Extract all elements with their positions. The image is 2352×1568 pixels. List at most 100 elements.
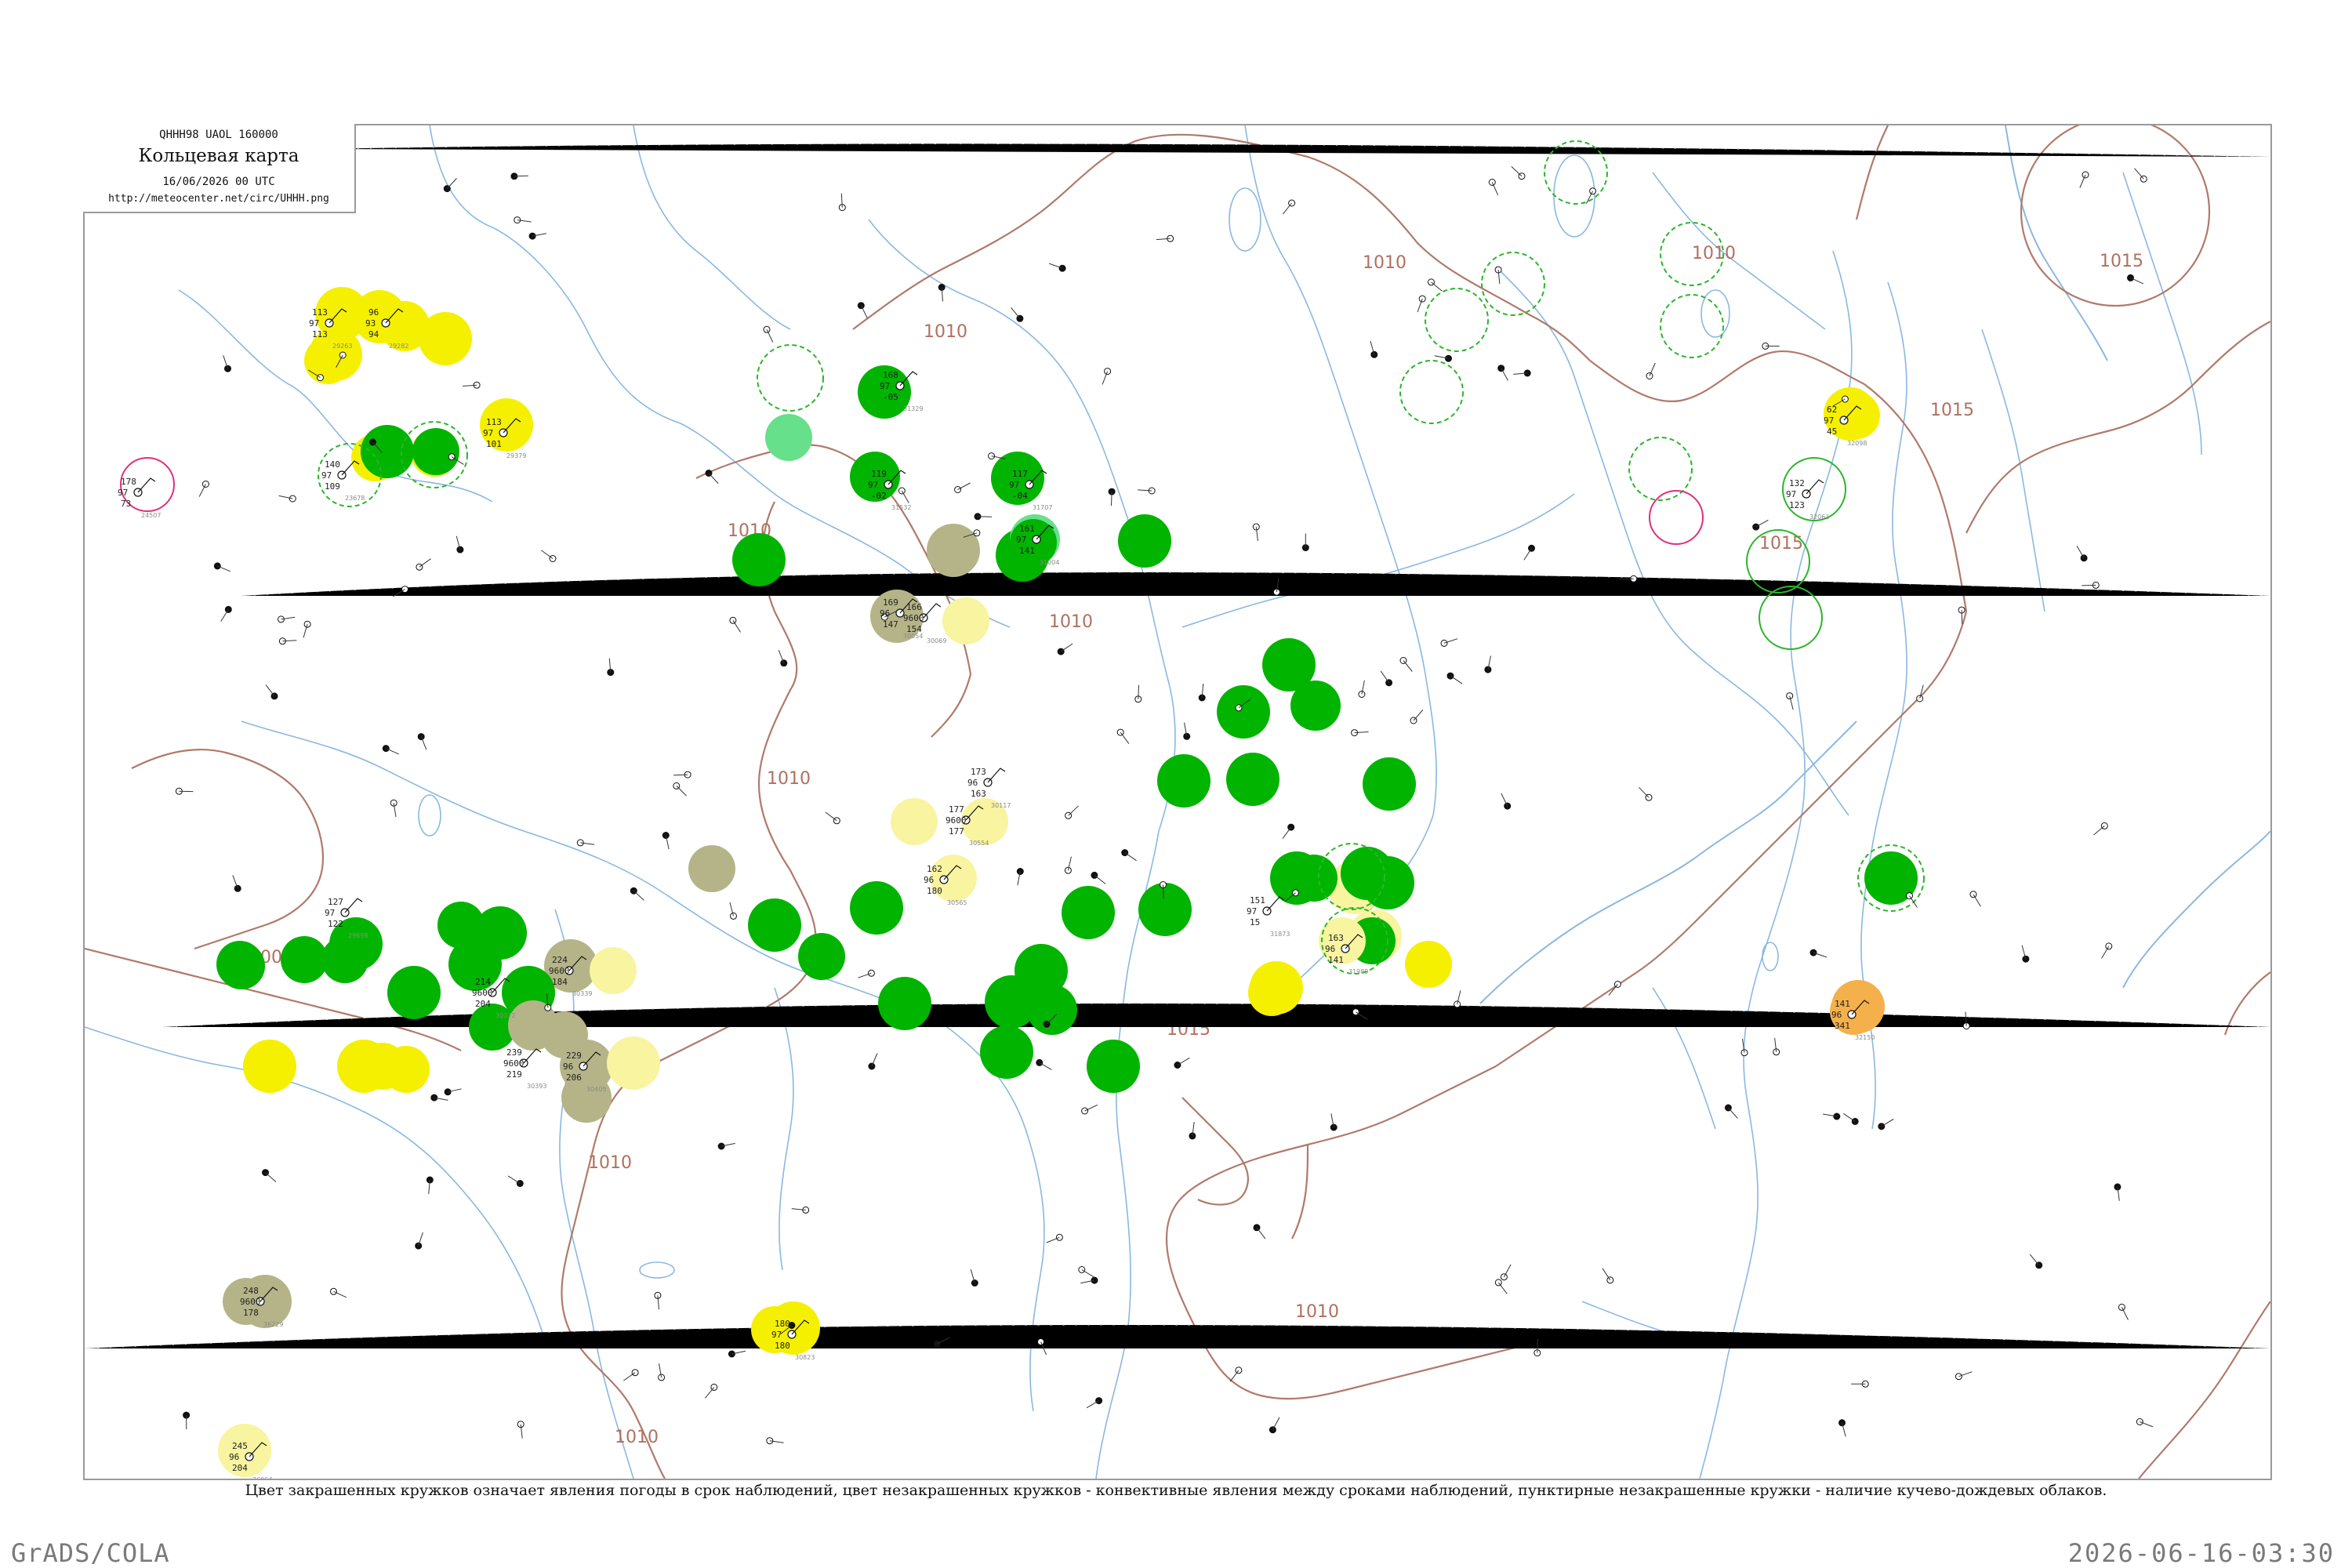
rain-circle — [1062, 886, 1115, 939]
rain-circle — [1363, 757, 1416, 811]
wind-barb-icon — [1282, 826, 1292, 839]
wind-barb-icon — [1497, 1282, 1508, 1294]
cb-ring — [1425, 288, 1489, 352]
wind-barb-icon — [957, 482, 971, 490]
wind-barb-icon — [708, 473, 719, 485]
cb-ring — [1660, 294, 1724, 358]
wind-barb-icon — [1755, 519, 1769, 528]
wind-barb-icon — [1501, 368, 1508, 381]
station-value: 97 — [1009, 480, 1019, 490]
wind-barb-icon — [1060, 643, 1073, 652]
wind-barb-icon — [623, 1372, 636, 1381]
rain-circle — [412, 428, 459, 475]
station-value: 113 — [486, 417, 502, 427]
station-value: 97 — [771, 1330, 782, 1340]
station-value: 45 — [1827, 426, 1837, 437]
station-id: 30339 — [572, 990, 592, 997]
station-id: 30554 — [969, 840, 989, 847]
station-value: 168 — [883, 370, 898, 380]
station-value: 97 — [1824, 416, 1834, 426]
station-plot: 2399600219 30393 — [503, 1047, 546, 1090]
station-value: 97 — [325, 908, 335, 918]
station-id: 30372 — [495, 1012, 515, 1019]
station-value: 140 — [325, 459, 340, 470]
station-value: -02 — [871, 491, 887, 501]
drizzle-circle — [607, 1036, 660, 1090]
station-value: 113 — [312, 307, 328, 318]
station-value: 163 — [971, 789, 986, 799]
station-value: 97 — [880, 381, 890, 391]
station-value: 96 — [1325, 944, 1335, 954]
fog-circle — [243, 1040, 296, 1093]
wind-barb-icon — [1011, 307, 1021, 319]
station-value: 97 — [321, 470, 332, 481]
legend-caption: Цвет закрашенных кружков означает явлени… — [245, 1482, 2107, 1499]
wind-barb-icon — [1881, 1118, 1894, 1127]
wind-barb-icon — [1138, 684, 1139, 699]
station-value: 178 — [243, 1308, 259, 1318]
wind-barb-icon — [705, 1387, 715, 1399]
station-value: 9600 — [503, 1058, 524, 1069]
station-id: 29263 — [332, 343, 352, 350]
drizzle-circle — [942, 597, 989, 644]
station-dot-icon — [1058, 264, 1066, 272]
station-value: 113 — [312, 329, 328, 339]
station-id: 23678 — [345, 495, 365, 502]
wind-barb-icon — [1602, 1268, 1611, 1281]
station-value: 219 — [506, 1069, 522, 1080]
wind-barb-icon — [198, 484, 206, 497]
wind-barb-icon — [1086, 1400, 1099, 1409]
station-id: 30117 — [991, 802, 1011, 809]
wind-barb-icon — [2082, 584, 2096, 586]
station-dot-icon — [213, 562, 221, 570]
station-value: 96 — [1831, 1010, 1842, 1020]
fog-circle — [1248, 969, 1295, 1016]
rain-circle — [216, 941, 263, 988]
wind-barb-icon — [220, 609, 229, 622]
station-value: 9600 — [903, 613, 924, 623]
station-id: 29698 — [348, 932, 368, 939]
wind-barb-icon — [1639, 786, 1650, 798]
station-dot-icon — [234, 884, 241, 892]
rain-circle — [321, 936, 368, 983]
station-id: 30069 — [927, 637, 946, 644]
wind-barb-icon — [676, 786, 687, 797]
station-value: 97 — [118, 488, 128, 498]
station-value: 224 — [552, 955, 568, 965]
isobar-label: 1010 — [1363, 253, 1406, 273]
station-value: 97 — [309, 318, 319, 328]
wind-barb-icon — [1039, 1062, 1052, 1070]
station-value: 147 — [883, 619, 898, 630]
map-frame: 1010 1010 1010 1010 1010 1010 1010 1010 … — [83, 124, 2272, 1480]
rain-circle — [1217, 685, 1270, 739]
station-value: 9600 — [240, 1297, 261, 1307]
station-id: 31707 — [1033, 504, 1052, 511]
wind-barb-icon — [2121, 1307, 2129, 1320]
station-value: 97 — [1016, 535, 1026, 545]
station-id: 29282 — [389, 343, 408, 350]
station-id: 31532 — [891, 504, 911, 511]
wind-barb-icon — [1177, 1057, 1190, 1065]
wind-barb-icon — [901, 490, 909, 503]
station-dot-icon — [833, 817, 840, 825]
wind-barb-icon — [2093, 826, 2105, 836]
isobar-label: 1010 — [615, 1428, 659, 1447]
haze-circle — [927, 524, 980, 577]
station-value: 206 — [566, 1073, 582, 1083]
station-value: 73 — [121, 499, 131, 509]
station-plot: 1519715 31873 — [1247, 895, 1290, 938]
station-value: -05 — [883, 392, 898, 402]
station-value: 151 — [1250, 895, 1265, 906]
station-value: 9600 — [472, 988, 493, 998]
station-id: 24507 — [141, 512, 161, 519]
wind-barb-icon — [265, 1172, 277, 1182]
wind-barb-icon — [1272, 1417, 1280, 1430]
rain-circle — [850, 881, 903, 935]
station-id: 32098 — [1847, 440, 1867, 447]
rain-circle — [1290, 681, 1341, 731]
station-dot-icon — [456, 546, 464, 554]
cb-ring — [757, 344, 824, 412]
station-value: 96 — [229, 1452, 239, 1462]
station-value: 119 — [871, 469, 887, 479]
wind-barb-icon — [446, 178, 457, 189]
